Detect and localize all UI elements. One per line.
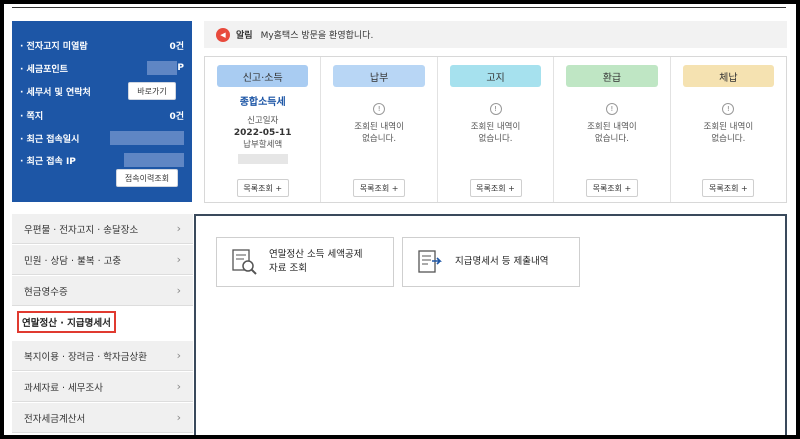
tab-payment[interactable]: 납부 — [333, 65, 425, 87]
report-date-label: 신고일자 — [247, 116, 279, 126]
chevron-right-icon: › — [176, 222, 181, 235]
tab-report[interactable]: 신고·소득 — [217, 65, 309, 87]
card-title-line2: 자료 조회 — [269, 263, 307, 274]
notice-empty-msg: 조회된 내역이 — [470, 122, 521, 132]
left-menu: 우편물 · 전자고지 · 송달장소 › 민원 · 상담 · 불복 · 고충 › … — [12, 214, 198, 435]
card-title-line1: 연말정산 소득 세액공제 — [269, 249, 363, 260]
status-col-report: 신고·소득 종합소득세 신고일자 2022-05-11 납부할세액 목록조회 + — [205, 57, 322, 202]
report-amount-label: 납부할세액 — [243, 140, 283, 150]
notice-list-button[interactable]: 목록조회 + — [469, 179, 522, 197]
menu-item-year-end[interactable]: 연말정산 · 지급명세서 — [12, 307, 198, 337]
refund-empty-msg2: 없습니다. — [594, 134, 629, 144]
exclamation-circle-icon: ! — [605, 103, 618, 115]
megaphone-icon: ◀ — [216, 27, 230, 42]
report-list-button[interactable]: 목록조회 + — [236, 179, 289, 197]
chevron-right-icon: › — [176, 380, 181, 393]
unread-notice-count[interactable]: 0건 — [169, 39, 184, 52]
tab-notice[interactable]: 고지 — [449, 65, 542, 87]
exclamation-circle-icon: ! — [373, 103, 386, 115]
refund-list-button[interactable]: 목록조회 + — [585, 179, 638, 197]
document-export-icon — [415, 247, 445, 277]
exclamation-circle-icon: ! — [722, 103, 735, 115]
status-col-notice: 고지 ! 조회된 내역이 없습니다. 목록조회 + — [438, 57, 555, 202]
login-history-button[interactable]: 접속이력조회 — [116, 169, 178, 187]
payment-list-button[interactable]: 목록조회 + — [353, 179, 406, 197]
notice-info: ! 조회된 내역이 없습니다. — [438, 103, 553, 145]
menu-item-mail[interactable]: 우편물 · 전자고지 · 송달장소 › — [12, 214, 193, 244]
chevron-right-icon: › — [176, 253, 181, 266]
payment-statement-card[interactable]: 지급명세서 등 제출내역 — [402, 237, 580, 287]
notice-text: My홈택스 방문을 환영합니다. — [260, 31, 374, 41]
status-col-payment: 납부 ! 조회된 내역이 없습니다. 목록조회 + — [321, 57, 438, 202]
last-ip-masked — [124, 153, 184, 167]
menu-item-label: 전자세금계산서 — [24, 413, 86, 425]
report-title-link[interactable]: 종합소득세 — [205, 97, 320, 109]
arrears-empty-msg: 조회된 내역이 — [703, 122, 754, 132]
unread-notice-row[interactable]: · 전자고지 미열람 0건 — [20, 39, 184, 52]
tab-arrears[interactable]: 체납 — [682, 65, 775, 87]
chevron-right-icon: › — [176, 349, 181, 362]
refund-empty-msg: 조회된 내역이 — [587, 122, 637, 132]
chevron-right-icon: › — [176, 411, 181, 424]
year-end-deduction-card[interactable]: 연말정산 소득 세액공제 자료 조회 — [216, 237, 394, 287]
report-date: 2022-05-11 — [233, 128, 292, 138]
report-info: 종합소득세 신고일자 2022-05-11 납부할세액 — [205, 97, 320, 164]
shortcut-button[interactable]: 바로가기 — [128, 82, 176, 100]
menu-item-welfare[interactable]: 복지이용 · 장려금 · 학자금상환 › — [12, 341, 193, 371]
magnifier-document-icon — [229, 247, 259, 277]
chevron-right-icon: › — [176, 284, 181, 297]
tab-refund[interactable]: 환급 — [566, 65, 658, 87]
menu-item-tax-data[interactable]: 과세자료 · 세무조사 › — [12, 372, 193, 402]
tax-point-row: · 세금포인트 P — [20, 61, 184, 75]
arrears-list-button[interactable]: 목록조회 + — [702, 179, 755, 197]
notice-empty-msg2: 없습니다. — [478, 134, 513, 144]
arrears-info: ! 조회된 내역이 없습니다. — [671, 103, 786, 145]
menu-item-e-invoice[interactable]: 전자세금계산서 › — [12, 403, 193, 433]
message-label: · 쪽지 — [20, 112, 44, 122]
last-ip-label: · 최근 접속 IP — [20, 156, 76, 167]
message-row[interactable]: · 쪽지 0건 — [20, 109, 184, 122]
report-amount-masked — [237, 154, 288, 164]
card-title-line1: 지급명세서 등 제출내역 — [455, 256, 549, 267]
menu-item-label: 과세자료 · 세무조사 — [24, 382, 103, 394]
menu-item-label: 복지이용 · 장려금 · 학자금상환 — [24, 351, 147, 363]
user-info-panel: · 전자고지 미열람 0건 · 세금포인트 P · 세무서 및 연락처 바로가기… — [12, 21, 192, 202]
last-login-row: · 최근 접속일시 — [20, 131, 184, 145]
payment-empty-msg: 조회된 내역이 — [354, 122, 404, 132]
exclamation-circle-icon: ! — [489, 103, 502, 115]
menu-item-civil[interactable]: 민원 · 상담 · 불복 · 고충 › — [12, 245, 193, 275]
menu-item-label: 현금영수증 — [24, 286, 68, 298]
notice-title: 알림 — [236, 31, 253, 41]
page: · 전자고지 미열람 0건 · 세금포인트 P · 세무서 및 연락처 바로가기… — [4, 4, 796, 435]
menu-item-label-active: 연말정산 · 지급명세서 — [17, 311, 116, 333]
last-ip-row: · 최근 접속 IP — [20, 153, 184, 167]
menu-item-cash-receipt[interactable]: 현금영수증 › — [12, 276, 193, 306]
notice-bar: ◀ 알림 My홈택스 방문을 환영합니다. — [204, 21, 787, 48]
payment-empty-msg2: 없습니다. — [362, 134, 397, 144]
tax-point-masked — [147, 61, 178, 75]
last-login-masked — [110, 131, 184, 145]
menu-item-label: 민원 · 상담 · 불복 · 고충 — [24, 255, 122, 267]
arrears-empty-msg2: 없습니다. — [711, 134, 746, 144]
payment-info: ! 조회된 내역이 없습니다. — [321, 103, 436, 145]
status-col-arrears: 체납 ! 조회된 내역이 없습니다. 목록조회 + — [671, 57, 786, 202]
status-summary: 신고·소득 종합소득세 신고일자 2022-05-11 납부할세액 목록조회 +… — [204, 56, 787, 203]
menu-item-label: 우편물 · 전자고지 · 송달장소 — [24, 224, 139, 236]
message-count[interactable]: 0건 — [169, 109, 184, 122]
tax-point-label: · 세금포인트 — [20, 64, 68, 75]
tax-point-unit: P — [177, 63, 184, 73]
top-divider — [12, 7, 786, 8]
refund-info: ! 조회된 내역이 없습니다. — [554, 103, 669, 145]
last-login-label: · 최근 접속일시 — [20, 134, 80, 145]
content-panel: 연말정산 소득 세액공제 자료 조회 지급명세서 등 제출내역 — [194, 214, 787, 435]
unread-notice-label: · 전자고지 미열람 — [20, 42, 88, 52]
status-col-refund: 환급 ! 조회된 내역이 없습니다. 목록조회 + — [554, 57, 671, 202]
